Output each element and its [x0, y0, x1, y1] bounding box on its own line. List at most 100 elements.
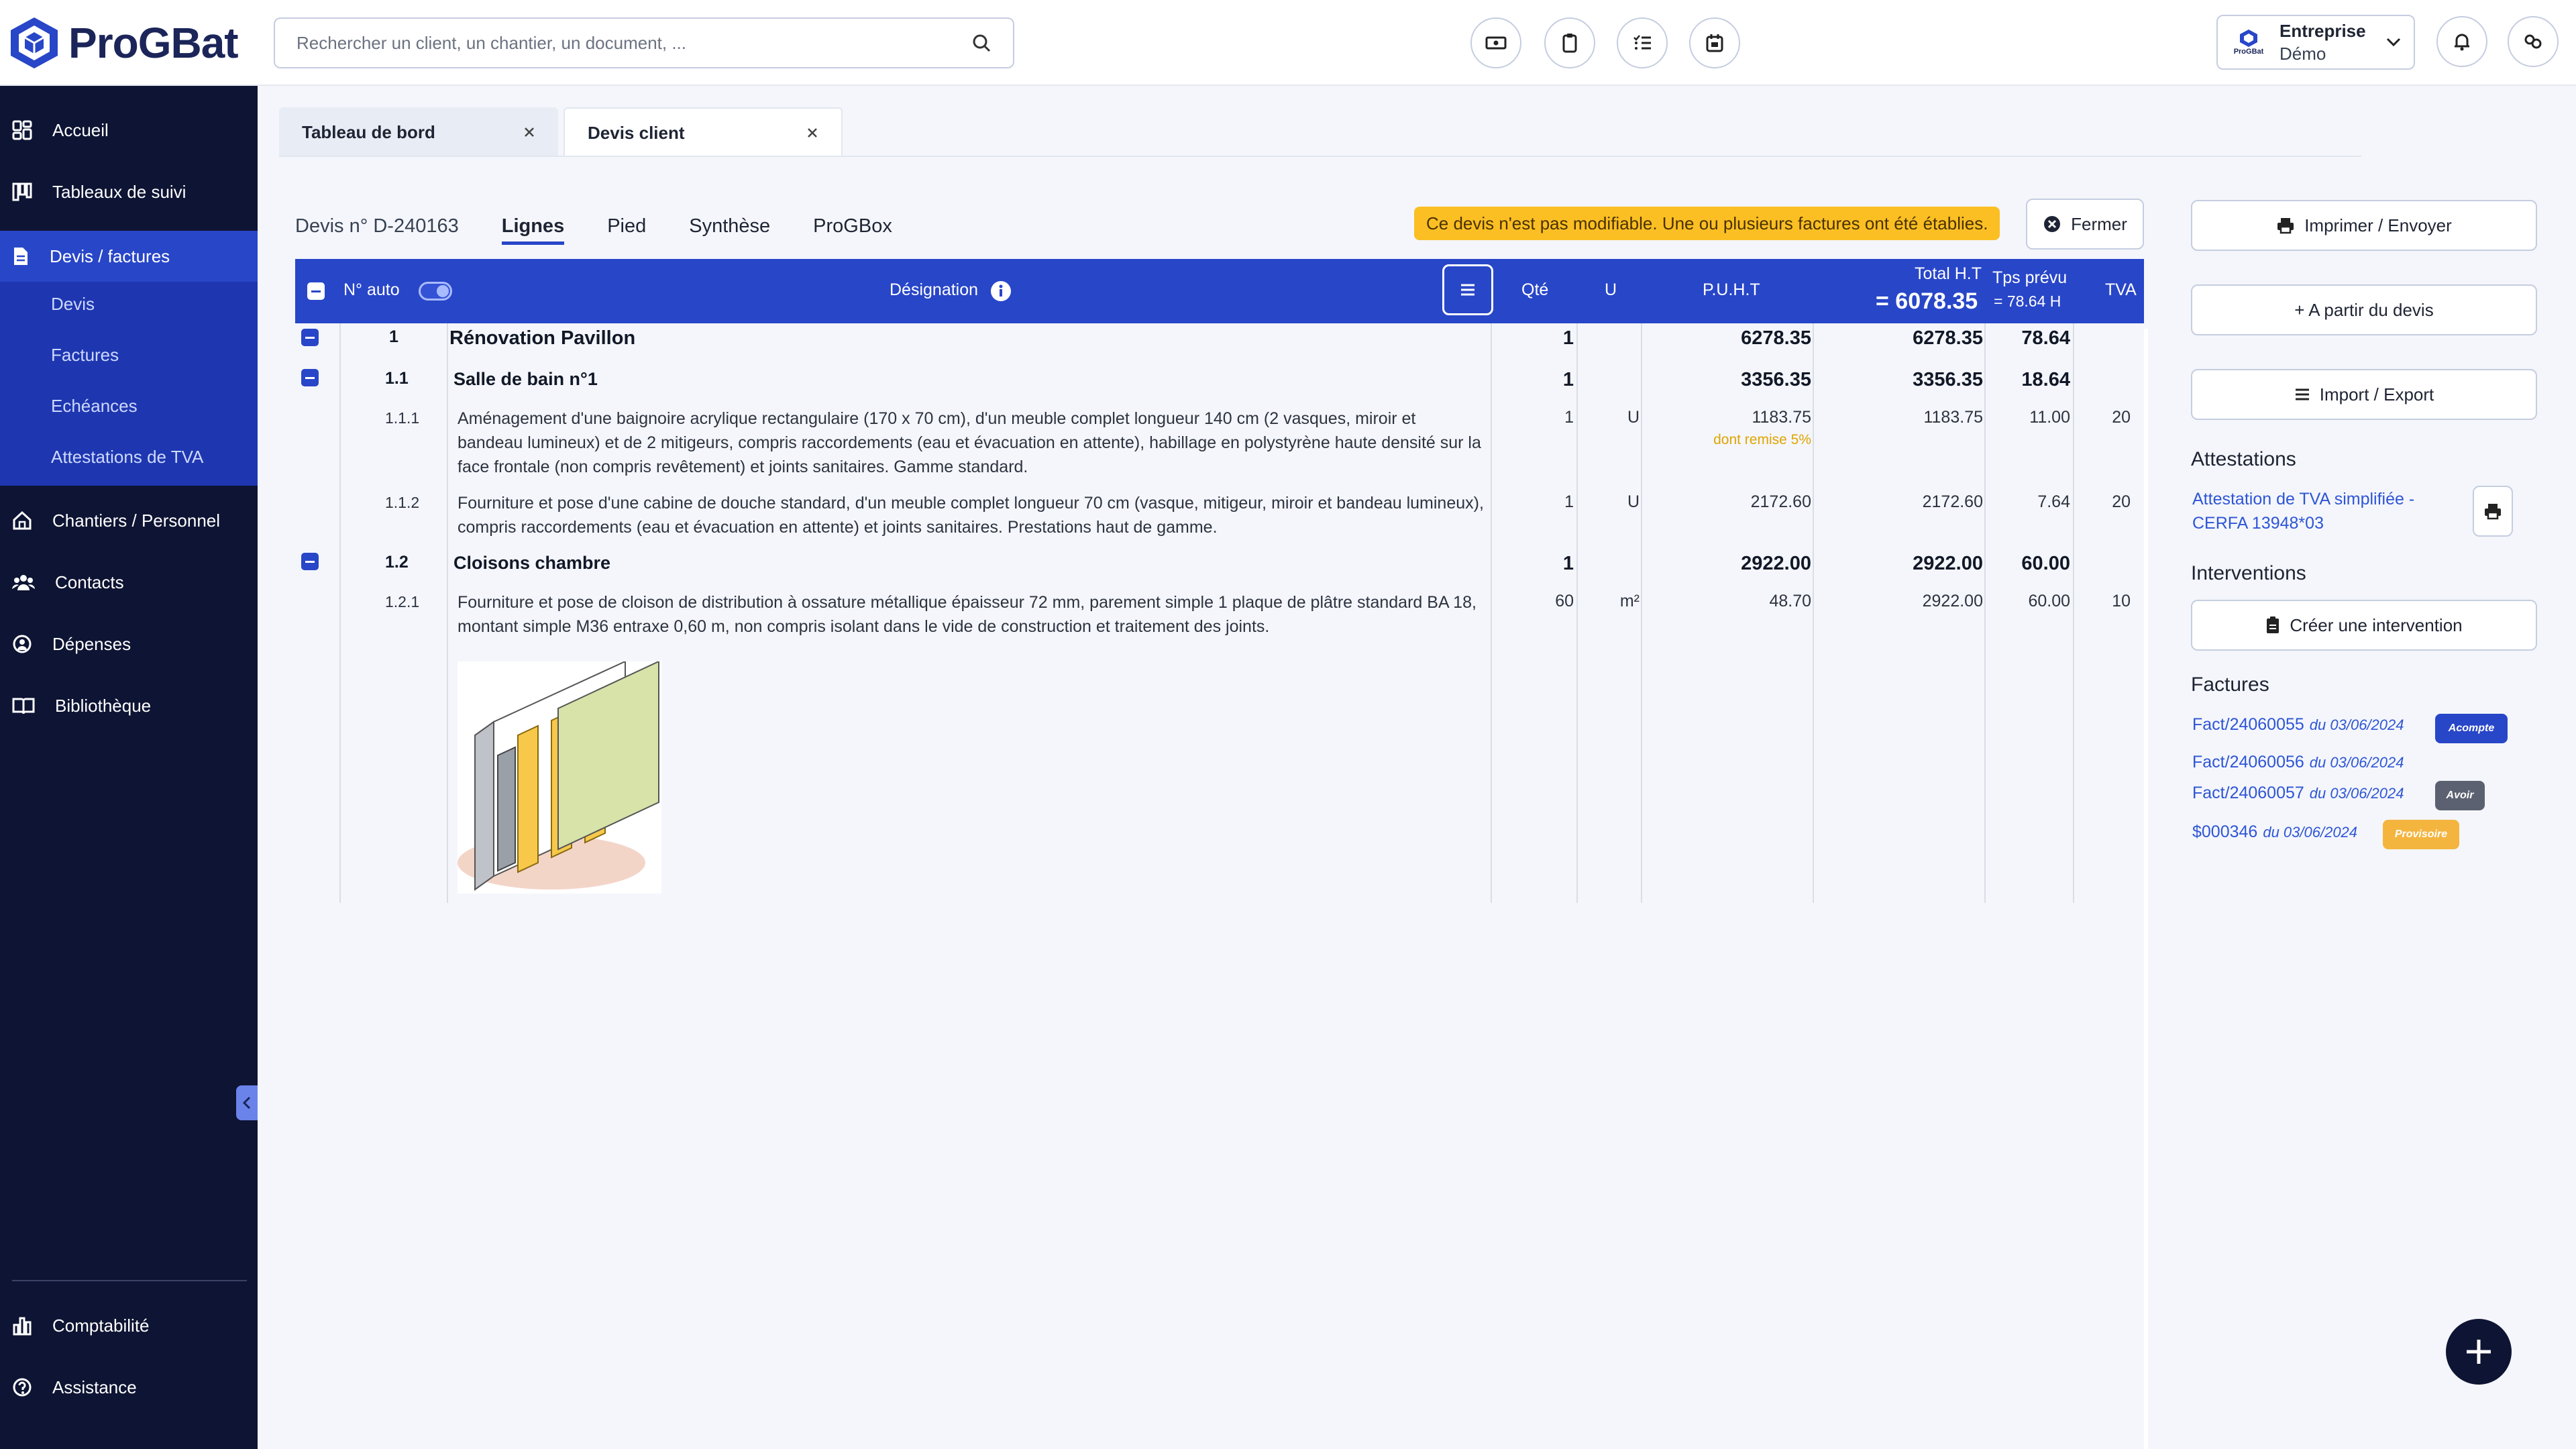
columns-menu-button[interactable]	[1442, 264, 1493, 315]
invoice-ref[interactable]: $000346	[2192, 822, 2257, 842]
clipboard-button[interactable]	[1544, 17, 1595, 68]
dashboard-icon	[12, 120, 32, 140]
app-logo[interactable]: ProGBat	[9, 17, 239, 68]
sidebar-collapse-button[interactable]	[236, 1085, 258, 1120]
row-unit: U	[1627, 408, 1640, 427]
sidebar-item-bibliotheque[interactable]: Bibliothèque	[0, 680, 258, 731]
subtab-lignes[interactable]: Lignes	[501, 215, 565, 245]
tasks-button[interactable]	[1617, 17, 1668, 68]
sidebar-item-contacts[interactable]: Contacts	[0, 557, 258, 608]
house-icon	[13, 511, 32, 530]
top-header: ProGBat Rechercher un client, un chantie…	[0, 0, 2576, 86]
invoice-ref[interactable]: Fact/24060055	[2192, 715, 2304, 735]
sidebar-subitem-factures[interactable]: Factures	[51, 345, 119, 366]
sidebar-item-depenses[interactable]: Dépenses	[0, 619, 258, 669]
tab-tableau-de-bord[interactable]: Tableau de bord	[279, 107, 558, 157]
row-checkbox[interactable]	[301, 329, 319, 346]
invoice-item[interactable]: $000346 du 03/06/2024	[2192, 822, 2357, 842]
close-icon[interactable]	[806, 127, 818, 139]
sidebar-subitem-attestations-tva[interactable]: Attestations de TVA	[51, 447, 203, 468]
sidebar-item-label: Dépenses	[52, 633, 131, 654]
row-number: 1.1.2	[385, 494, 420, 511]
subtab-pied[interactable]: Pied	[607, 215, 646, 237]
clipboard-icon	[1562, 34, 1577, 53]
clipboard-icon	[2267, 616, 2279, 633]
sidebar-item-label: Devis / factures	[50, 246, 170, 266]
invoice-ref[interactable]: Fact/24060057	[2192, 784, 2304, 803]
row-checkbox[interactable]	[301, 369, 319, 386]
sidebar-subitem-devis[interactable]: Devis	[51, 294, 95, 315]
invoice-item[interactable]: Fact/24060055 du 03/06/2024	[2192, 715, 2404, 735]
invoice-item[interactable]: Fact/24060056 du 03/06/2024	[2192, 753, 2404, 772]
add-fab-button[interactable]	[2446, 1319, 2512, 1385]
invoices-title: Factures	[2191, 674, 2269, 696]
sidebar-item-assistance[interactable]: Assistance	[0, 1362, 258, 1413]
row-tva: 20	[2112, 408, 2131, 427]
subtab-progbox[interactable]: ProGBox	[813, 215, 892, 237]
calendar-button[interactable]	[1689, 17, 1740, 68]
columns-icon	[12, 182, 32, 201]
from-quote-label: + A partir du devis	[2294, 299, 2434, 320]
row-time: 60.00	[2028, 592, 2070, 610]
col-unit: U	[1605, 280, 1617, 299]
select-all-checkbox[interactable]	[307, 282, 325, 300]
invoice-item[interactable]: Fact/24060057 du 03/06/2024	[2192, 784, 2404, 803]
row-time: 60.00	[2021, 553, 2070, 574]
company-name: Entreprise	[2279, 21, 2366, 41]
sidebar-item-chantiers[interactable]: Chantiers / Personnel	[0, 495, 258, 546]
sidebar-item-comptabilite[interactable]: Comptabilité	[0, 1300, 258, 1351]
interventions-title: Interventions	[2191, 562, 2306, 584]
create-intervention-button[interactable]: Créer une intervention	[2191, 600, 2537, 651]
auto-number-toggle[interactable]	[419, 282, 452, 301]
close-quote-button[interactable]: Fermer	[2026, 199, 2144, 250]
tab-label: Devis client	[588, 122, 685, 143]
row-designation: Cloisons chambre	[453, 553, 611, 573]
company-logo: ProGBat	[2230, 29, 2267, 56]
company-selector[interactable]: ProGBat Entreprise Démo	[2216, 15, 2415, 70]
sidebar-item-tableaux-de-suivi[interactable]: Tableaux de suivi	[0, 166, 258, 217]
sidebar-item-devis-factures[interactable]: Devis / factures	[0, 231, 258, 282]
attestations-title: Attestations	[2191, 448, 2296, 470]
row-number: 1.1.1	[385, 409, 420, 427]
badge-provisoire: Provisoire	[2383, 820, 2459, 849]
notifications-button[interactable]	[2436, 16, 2487, 67]
col-total-value: = 6078.35	[1876, 288, 1978, 314]
row-puht: 1183.75	[1752, 408, 1811, 427]
print-send-button[interactable]: Imprimer / Envoyer	[2191, 200, 2537, 251]
calendar-icon	[1706, 34, 1723, 52]
row-qty: 1	[1562, 369, 1574, 390]
invoice-ref[interactable]: Fact/24060056	[2192, 753, 2304, 772]
row-checkbox[interactable]	[301, 553, 319, 570]
bar-chart-icon	[13, 1317, 32, 1336]
bell-icon	[2455, 34, 2469, 51]
info-icon[interactable]	[990, 280, 1012, 302]
settings-button[interactable]	[2508, 16, 2559, 67]
panel-separator	[2144, 329, 2148, 1449]
row-number: 1.2.1	[385, 593, 420, 610]
search-input[interactable]: Rechercher un client, un chantier, un do…	[274, 17, 1014, 68]
cash-button[interactable]	[1470, 17, 1521, 68]
column-divider	[447, 323, 448, 903]
tab-devis-client[interactable]: Devis client	[564, 107, 843, 157]
column-divider	[1491, 323, 1492, 903]
from-quote-button[interactable]: + A partir du devis	[2191, 284, 2537, 335]
import-export-button[interactable]: Import / Export	[2191, 369, 2537, 420]
row-puht: 3356.35	[1741, 369, 1811, 390]
sidebar-item-label: Assistance	[52, 1377, 137, 1397]
badge-avoir: Avoir	[2435, 781, 2485, 810]
sidebar-item-accueil[interactable]: Accueil	[0, 105, 258, 156]
subtab-synthese[interactable]: Synthèse	[689, 215, 770, 237]
row-qty: 1	[1562, 327, 1574, 349]
cash-icon	[1485, 36, 1507, 50]
row-time: 18.64	[2021, 369, 2070, 390]
column-divider	[1813, 323, 1814, 903]
book-icon	[12, 698, 35, 714]
print-attestation-button[interactable]	[2473, 486, 2513, 537]
attestation-link[interactable]: Attestation de TVA simplifiée - CERFA 13…	[2192, 487, 2461, 535]
col-designation: Désignation	[890, 280, 979, 299]
create-intervention-label: Créer une intervention	[2290, 614, 2463, 635]
invoice-date: du 03/06/2024	[2309, 785, 2404, 802]
sidebar-subitem-echeances[interactable]: Echéances	[51, 396, 138, 417]
close-icon[interactable]	[523, 126, 535, 138]
quote-number: Devis n° D-240163	[295, 215, 459, 237]
